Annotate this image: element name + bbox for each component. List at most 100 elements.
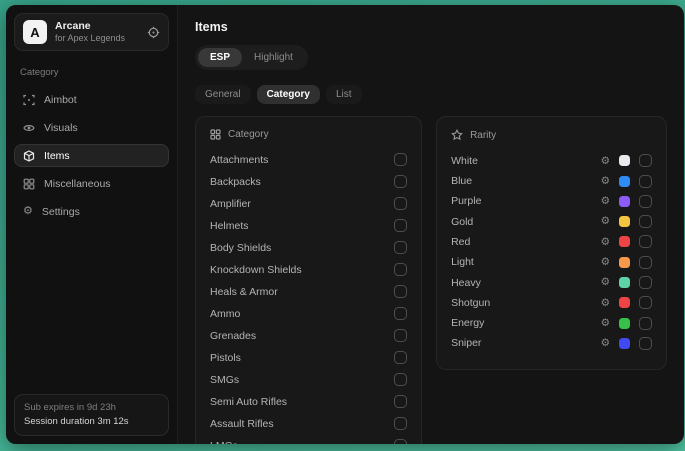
category-label: Grenades	[210, 330, 256, 342]
category-label: Assault Rifles	[210, 418, 274, 430]
rarity-settings-gear-icon[interactable]: ⚙	[601, 277, 610, 288]
toggle-option-esp[interactable]: ESP	[198, 48, 242, 67]
toggle-option-highlight[interactable]: Highlight	[242, 48, 305, 67]
rarity-settings-gear-icon[interactable]: ⚙	[601, 298, 610, 309]
category-row: Ammo	[210, 307, 407, 321]
panels-row: Category Attachments Backpacks Amplifier…	[195, 116, 667, 444]
category-panel-title: Category	[228, 129, 269, 140]
rarity-panel-title: Rarity	[470, 130, 496, 141]
target-icon[interactable]	[147, 26, 160, 39]
category-row: SMGs	[210, 373, 407, 387]
category-row: Heals & Armor	[210, 285, 407, 299]
sidebar-item-aimbot[interactable]: Aimbot	[14, 88, 169, 111]
rarity-checkbox[interactable]	[639, 296, 652, 309]
rarity-color-swatch[interactable]	[619, 196, 630, 207]
rarity-checkbox[interactable]	[639, 317, 652, 330]
grid-layout-icon	[23, 178, 35, 190]
category-label: Body Shields	[210, 242, 271, 254]
category-checkbox[interactable]	[394, 329, 407, 342]
rarity-checkbox[interactable]	[639, 337, 652, 350]
rarity-settings-gear-icon[interactable]: ⚙	[601, 318, 610, 329]
tab-list[interactable]: List	[326, 85, 362, 104]
rarity-color-swatch[interactable]	[619, 318, 630, 329]
rarity-color-swatch[interactable]	[619, 257, 630, 268]
rarity-row: Shotgun ⚙	[451, 296, 652, 310]
rarity-checkbox[interactable]	[639, 154, 652, 167]
rarity-label: Blue	[451, 175, 472, 187]
category-label: Ammo	[210, 308, 240, 320]
rarity-settings-gear-icon[interactable]: ⚙	[601, 156, 610, 167]
rarity-panel: Rarity White ⚙ Blue ⚙ Purple ⚙ Gold ⚙	[436, 116, 667, 370]
esp-highlight-toggle: ESP Highlight	[195, 45, 308, 70]
tab-category[interactable]: Category	[257, 85, 320, 104]
category-row: LMGs	[210, 439, 407, 444]
rarity-color-swatch[interactable]	[619, 277, 630, 288]
brand-subtitle: for Apex Legends	[55, 33, 139, 44]
rarity-checkbox[interactable]	[639, 195, 652, 208]
category-row: Attachments	[210, 153, 407, 167]
category-row: Amplifier	[210, 197, 407, 211]
rarity-color-swatch[interactable]	[619, 297, 630, 308]
tab-bar: General Category List	[195, 85, 667, 104]
rarity-checkbox[interactable]	[639, 215, 652, 228]
rarity-checkbox[interactable]	[639, 235, 652, 248]
sidebar-nav: Aimbot Visuals Ite	[14, 88, 169, 223]
category-checkbox[interactable]	[394, 263, 407, 276]
rarity-settings-gear-icon[interactable]: ⚙	[601, 216, 610, 227]
rarity-settings-gear-icon[interactable]: ⚙	[601, 257, 610, 268]
sidebar-item-items[interactable]: Items	[14, 144, 169, 167]
category-checkbox[interactable]	[394, 241, 407, 254]
rarity-settings-gear-icon[interactable]: ⚙	[601, 196, 610, 207]
rarity-label: Gold	[451, 216, 473, 228]
grid-icon	[210, 129, 221, 140]
category-row: Helmets	[210, 219, 407, 233]
category-checkbox[interactable]	[394, 285, 407, 298]
rarity-settings-gear-icon[interactable]: ⚙	[601, 176, 610, 187]
category-row: Backpacks	[210, 175, 407, 189]
sidebar-item-visuals[interactable]: Visuals	[14, 116, 169, 139]
category-label: Knockdown Shields	[210, 264, 302, 276]
rarity-settings-gear-icon[interactable]: ⚙	[601, 338, 610, 349]
subscription-status-card: Sub expires in 9d 23h Session duration 3…	[14, 394, 169, 437]
rarity-label: Light	[451, 256, 474, 268]
category-checkbox[interactable]	[394, 307, 407, 320]
category-checkbox[interactable]	[394, 351, 407, 364]
rarity-color-swatch[interactable]	[619, 176, 630, 187]
category-checkbox[interactable]	[394, 439, 407, 444]
category-label: Attachments	[210, 154, 268, 166]
sidebar-item-settings[interactable]: ⚙ Settings	[14, 200, 169, 223]
rarity-checkbox[interactable]	[639, 256, 652, 269]
rarity-row: Purple ⚙	[451, 195, 652, 209]
sidebar-item-label: Settings	[42, 206, 80, 218]
rarity-row: Gold ⚙	[451, 215, 652, 229]
category-checkbox[interactable]	[394, 153, 407, 166]
category-checkbox[interactable]	[394, 373, 407, 386]
category-checkbox[interactable]	[394, 197, 407, 210]
sidebar: A Arcane for Apex Legends Category	[6, 5, 178, 444]
desktop-background: A Arcane for Apex Legends Category	[0, 0, 685, 451]
category-row: Knockdown Shields	[210, 263, 407, 277]
rarity-color-swatch[interactable]	[619, 216, 630, 227]
sidebar-item-miscellaneous[interactable]: Miscellaneous	[14, 172, 169, 195]
package-icon	[23, 150, 35, 162]
rarity-row: Light ⚙	[451, 255, 652, 269]
category-checkbox[interactable]	[394, 175, 407, 188]
rarity-settings-gear-icon[interactable]: ⚙	[601, 237, 610, 248]
rarity-checkbox[interactable]	[639, 276, 652, 289]
brand-logo: A	[23, 20, 47, 44]
category-checkbox[interactable]	[394, 219, 407, 232]
tab-general[interactable]: General	[195, 85, 251, 104]
category-checkbox[interactable]	[394, 417, 407, 430]
crosshair-icon	[23, 94, 35, 106]
category-label: Backpacks	[210, 176, 261, 188]
rarity-checkbox[interactable]	[639, 175, 652, 188]
brand-title: Arcane	[55, 20, 139, 33]
category-checkbox[interactable]	[394, 395, 407, 408]
sidebar-item-label: Items	[44, 150, 70, 162]
main-content: Items ESP Highlight General Category Lis…	[178, 5, 684, 444]
rarity-color-swatch[interactable]	[619, 236, 630, 247]
rarity-color-swatch[interactable]	[619, 155, 630, 166]
rarity-color-swatch[interactable]	[619, 338, 630, 349]
rarity-list: White ⚙ Blue ⚙ Purple ⚙ Gold ⚙ Red	[451, 154, 652, 350]
category-label: Helmets	[210, 220, 249, 232]
